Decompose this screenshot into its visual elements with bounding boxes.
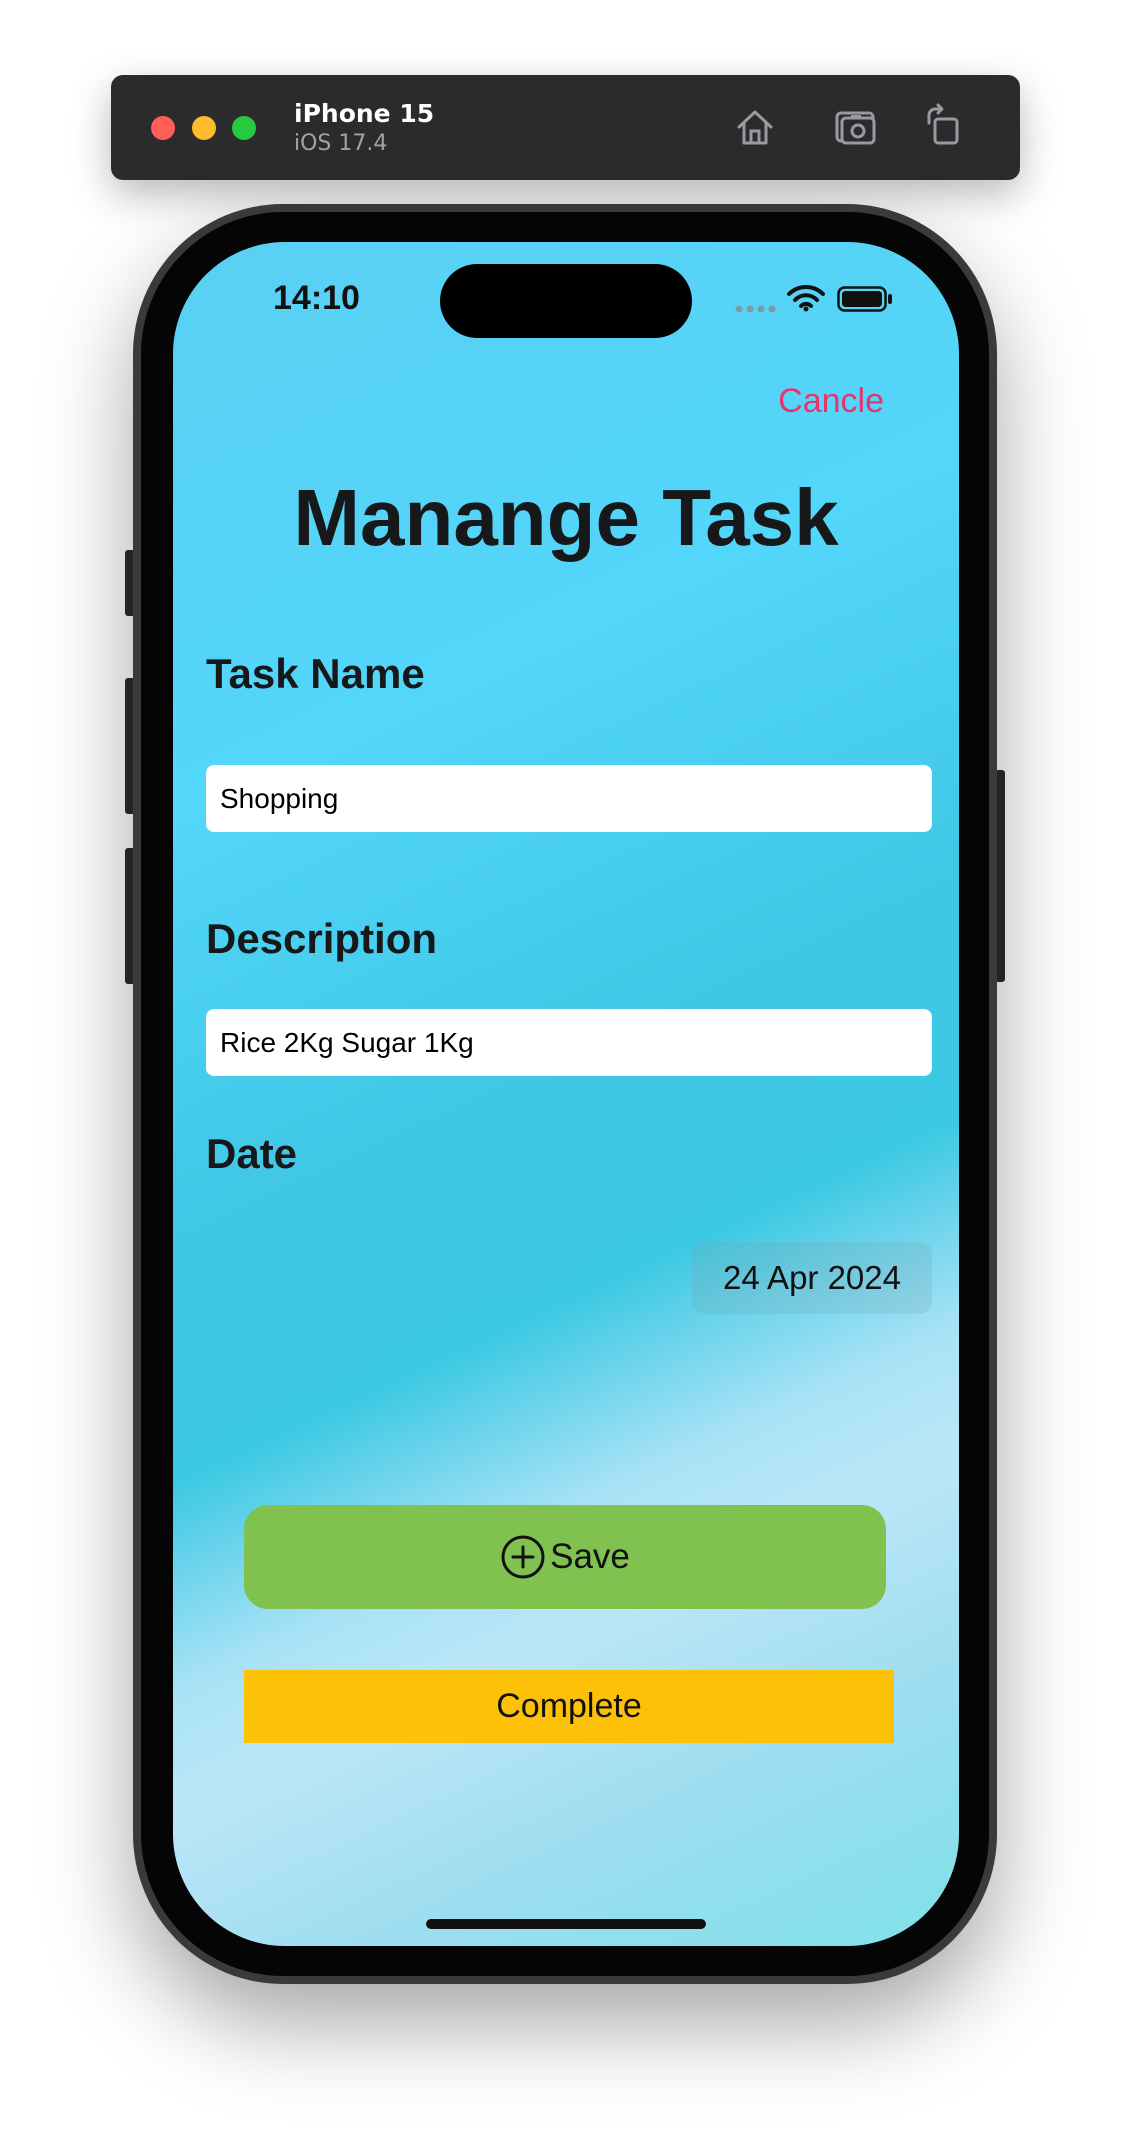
- rotate-icon: [927, 103, 959, 145]
- window-zoom-button[interactable]: [232, 116, 256, 140]
- task-name-label: Task Name: [206, 650, 425, 697]
- screenshot-icon: [835, 111, 876, 145]
- phone-screen: 14:10 Cancle Manange Task Task Name Desc…: [173, 242, 959, 1946]
- date-label: Date: [206, 1130, 298, 1177]
- window-close-button[interactable]: [151, 116, 175, 140]
- plus-circle-icon: [501, 1535, 545, 1579]
- page-title: Manange Task: [293, 473, 839, 562]
- home-icon: [737, 110, 773, 145]
- home-button[interactable]: [731, 103, 779, 151]
- window-minimize-button[interactable]: [192, 116, 216, 140]
- screenshot-button[interactable]: [831, 103, 879, 151]
- save-button[interactable]: Save: [244, 1505, 886, 1609]
- save-button-label: Save: [550, 1537, 630, 1576]
- simulator-toolbar: iPhone 15 iOS 17.4: [111, 75, 1020, 180]
- simulator-os-version: iOS 17.4: [294, 131, 388, 156]
- signal-icon: [735, 305, 776, 313]
- description-label: Description: [206, 915, 438, 962]
- task-name-field[interactable]: [206, 765, 932, 832]
- home-indicator[interactable]: [426, 1919, 706, 1929]
- dynamic-island: [440, 264, 692, 338]
- rotate-button[interactable]: [921, 103, 969, 151]
- cancel-button[interactable]: Cancle: [778, 382, 884, 421]
- status-time: 14:10: [273, 279, 360, 317]
- complete-button[interactable]: Complete: [244, 1670, 894, 1743]
- battery-icon: [837, 286, 892, 312]
- description-field[interactable]: [206, 1009, 932, 1076]
- wifi-icon: [787, 284, 825, 312]
- simulator-device-name: iPhone 15: [294, 99, 435, 128]
- date-picker[interactable]: 24 Apr 2024: [692, 1242, 932, 1314]
